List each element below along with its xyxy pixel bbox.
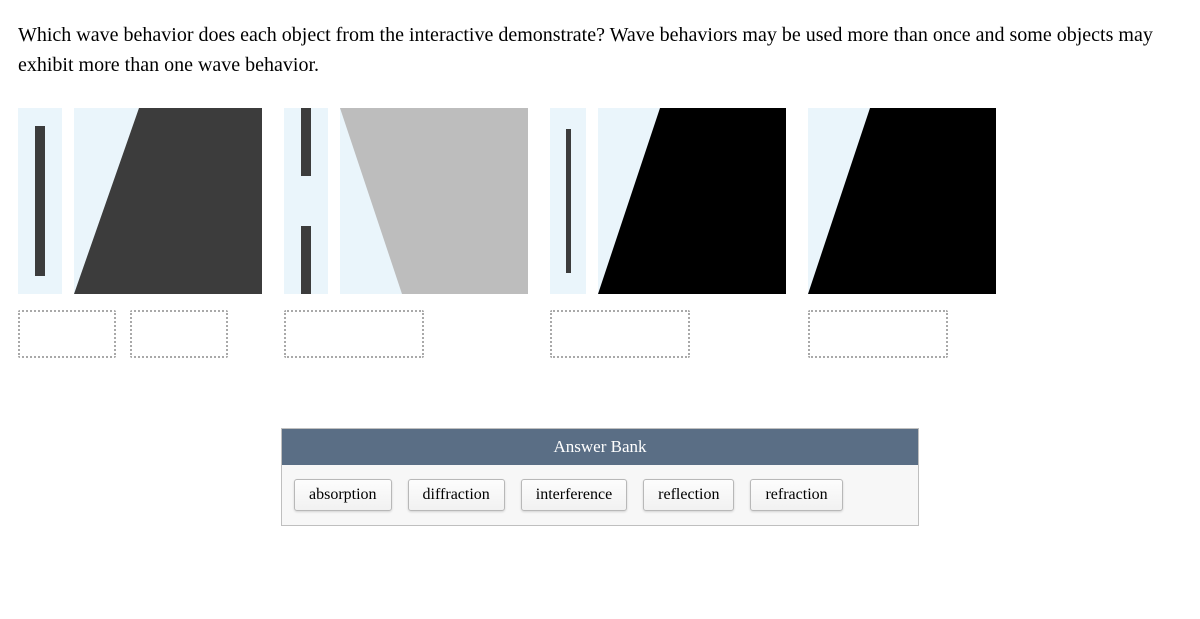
object-group-1: [18, 108, 262, 358]
slit-bar-icon: [35, 126, 45, 276]
object-3-visuals: [550, 108, 786, 294]
double-slit-icon: [284, 108, 328, 294]
object-3-dropzones: [550, 310, 786, 358]
slit-half-top-icon: [301, 108, 311, 176]
slit-half-bottom-icon: [301, 226, 311, 294]
answer-bank-title: Answer Bank: [282, 429, 918, 465]
object-4-visuals: [808, 108, 996, 294]
chip-diffraction[interactable]: diffraction: [408, 479, 505, 511]
chip-absorption[interactable]: absorption: [294, 479, 392, 511]
answer-bank: Answer Bank absorption diffraction inter…: [281, 428, 919, 526]
dropzone-2[interactable]: [284, 310, 424, 358]
question-text: Which wave behavior does each object fro…: [18, 20, 1182, 80]
object-1-visuals: [18, 108, 262, 294]
object-group-4: [808, 108, 996, 358]
black-wedge-icon: [598, 108, 786, 294]
chip-interference[interactable]: interference: [521, 479, 627, 511]
dropzone-1a[interactable]: [18, 310, 116, 358]
single-slit-icon: [18, 108, 62, 294]
answer-bank-body: absorption diffraction interference refl…: [282, 465, 918, 525]
dropzone-4[interactable]: [808, 310, 948, 358]
object-group-3: [550, 108, 786, 358]
objects-row: [18, 108, 1182, 358]
black-wedge-2-icon: [808, 108, 996, 294]
object-4-dropzones: [808, 310, 996, 358]
chip-reflection[interactable]: reflection: [643, 479, 734, 511]
object-2-visuals: [284, 108, 528, 294]
object-1-dropzones: [18, 310, 262, 358]
chip-refraction[interactable]: refraction: [750, 479, 842, 511]
dropzone-3[interactable]: [550, 310, 690, 358]
thin-slit-icon: [550, 108, 586, 294]
object-group-2: [284, 108, 528, 358]
gray-wedge-icon: [340, 108, 528, 294]
object-2-dropzones: [284, 310, 528, 358]
thin-bar-icon: [566, 129, 571, 273]
dark-wedge-icon: [74, 108, 262, 294]
dropzone-1b[interactable]: [130, 310, 228, 358]
